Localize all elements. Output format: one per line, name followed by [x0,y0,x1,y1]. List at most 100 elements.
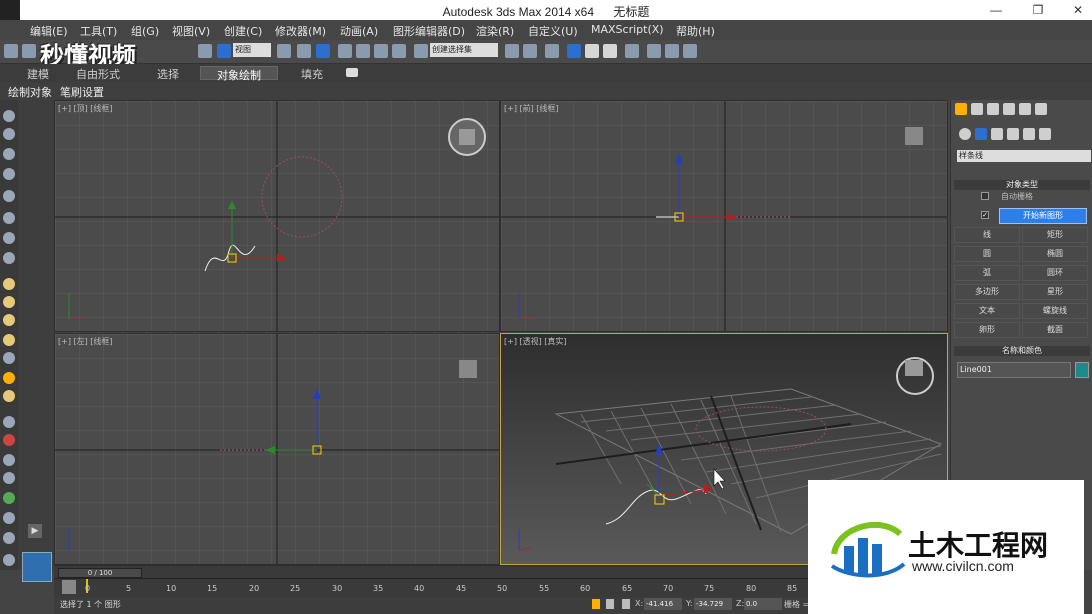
start-new-shape-checkbox[interactable]: ✓ [981,211,989,219]
rendered-frame-icon[interactable] [665,44,679,58]
tool-icon[interactable] [3,352,15,364]
curve-editor-icon[interactable] [585,44,599,58]
object-color-swatch[interactable] [1075,362,1089,378]
menu-maxscript[interactable]: MAXScript(X) [591,23,664,36]
viewport-label[interactable]: [+] [左] [线框] [58,336,113,347]
tool-icon[interactable] [3,454,15,466]
tool-icon[interactable] [3,252,15,264]
menu-customize[interactable]: 自定义(U) [528,23,578,39]
link-icon[interactable] [4,44,18,58]
object-type-header[interactable]: 对象类型 [954,180,1090,190]
close-button[interactable]: ✕ [1068,2,1088,18]
start-new-shape-button[interactable]: 开始新图形 [999,208,1087,224]
modify-tab-icon[interactable] [971,103,983,115]
angle-snap-icon[interactable] [356,44,370,58]
unlink-icon[interactable] [22,44,36,58]
z-coordinate-input[interactable]: 0.0 [744,598,782,610]
hierarchy-tab-icon[interactable] [987,103,999,115]
light-bulb-icon[interactable] [3,190,15,202]
motion-tab-icon[interactable] [1003,103,1015,115]
star-button[interactable]: 星形 [1022,284,1088,300]
cameras-icon[interactable] [1007,128,1019,140]
select-object-icon[interactable] [217,44,231,58]
donut-button[interactable]: 圆环 [1022,265,1088,281]
tool-icon[interactable] [3,314,15,326]
spinner-snap-icon[interactable] [392,44,406,58]
render-production-icon[interactable] [683,44,697,58]
auto-grid-checkbox[interactable] [981,192,989,200]
viewport-label[interactable]: [+] [透视] [真实] [504,336,567,347]
tool-icon[interactable] [3,110,15,122]
tool-icon[interactable] [3,148,15,160]
tool-icon[interactable] [3,128,15,140]
reference-coordinate-select[interactable]: 视图 [233,43,271,57]
named-selection-set-input[interactable]: 创建选择集 [430,43,498,57]
viewport-label[interactable]: [+] [前] [线框] [504,103,559,114]
tool-icon[interactable] [3,278,15,290]
tab-populate[interactable]: 填充 [292,66,332,81]
create-tab-icon[interactable] [955,103,967,115]
tool-icon[interactable] [3,296,15,308]
menu-rendering[interactable]: 渲染(R) [476,23,514,39]
select-move-icon[interactable] [297,44,311,58]
ellipse-button[interactable]: 椭圆 [1022,246,1088,262]
tool-icon[interactable] [3,232,15,244]
viewport-top[interactable]: [+] [顶] [线框] [54,100,500,332]
tool-icon[interactable] [3,532,15,544]
sun-icon[interactable] [3,372,15,384]
object-name-input[interactable]: Line001 [957,362,1071,378]
tool-icon[interactable] [3,390,15,402]
tab-selection[interactable]: 选择 [148,66,188,81]
name-color-header[interactable]: 名称和颜色 [954,346,1090,356]
viewport-label[interactable]: [+] [顶] [线框] [58,103,113,114]
viewport-left[interactable]: [+] [左] [线框] [54,333,500,565]
menu-help[interactable]: 帮助(H) [676,23,715,39]
utilities-tab-icon[interactable] [1035,103,1047,115]
time-slider[interactable]: 0 / 100 [58,568,142,578]
tool-icon[interactable] [3,212,15,224]
tab-freeform[interactable]: 自由形式 [70,66,126,81]
schematic-view-icon[interactable] [603,44,617,58]
absolute-mode-icon[interactable] [592,599,600,609]
menu-graph-editors[interactable]: 图形编辑器(D) [393,23,465,39]
restore-button[interactable]: ❐ [1028,2,1048,18]
edit-named-selection-icon[interactable] [414,44,428,58]
play-icon[interactable]: ▶ [28,524,42,538]
ribbon-options-icon[interactable] [346,68,358,77]
egg-button[interactable]: 卵形 [954,322,1020,338]
display-tab-icon[interactable] [1019,103,1031,115]
layer-manager-icon[interactable] [545,44,559,58]
viewport-front[interactable]: [+] [前] [线框] [500,100,948,332]
tool-icon[interactable] [3,168,15,180]
graphite-ribbon-icon[interactable] [567,44,581,58]
mirror-icon[interactable] [505,44,519,58]
brush-settings-panel[interactable]: 笔刷设置 [60,84,104,100]
menu-views[interactable]: 视图(V) [172,23,210,39]
key-filter-icon[interactable] [62,580,76,594]
transform-mode-icon[interactable] [622,599,630,609]
menu-modifiers[interactable]: 修改器(M) [275,23,326,39]
paint-objects-panel[interactable]: 绘制对象 [8,84,52,100]
select-rotate-icon[interactable] [316,44,330,58]
space-warps-icon[interactable] [1039,128,1051,140]
lights-icon[interactable] [991,128,1003,140]
y-coordinate-input[interactable]: -34.729 [694,598,732,610]
helpers-icon[interactable] [1023,128,1035,140]
x-coordinate-input[interactable]: -41.416 [644,598,682,610]
section-button[interactable]: 截面 [1022,322,1088,338]
ngon-button[interactable]: 多边形 [954,284,1020,300]
text-button[interactable]: 文本 [954,303,1020,319]
tool-icon[interactable] [3,512,15,524]
tab-object-paint[interactable]: 对象绘制 [200,66,278,82]
line-button[interactable]: 线 [954,227,1020,243]
percent-snap-icon[interactable] [374,44,388,58]
menu-create[interactable]: 创建(C) [224,23,262,39]
tool-icon[interactable] [3,416,15,428]
arc-button[interactable]: 弧 [954,265,1020,281]
select-by-name-icon[interactable] [277,44,291,58]
tab-modeling[interactable]: 建模 [18,66,58,81]
tool-icon[interactable] [3,472,15,484]
shapes-icon[interactable] [975,128,987,140]
snap-3d-icon[interactable] [338,44,352,58]
tool-icon[interactable] [3,334,15,346]
